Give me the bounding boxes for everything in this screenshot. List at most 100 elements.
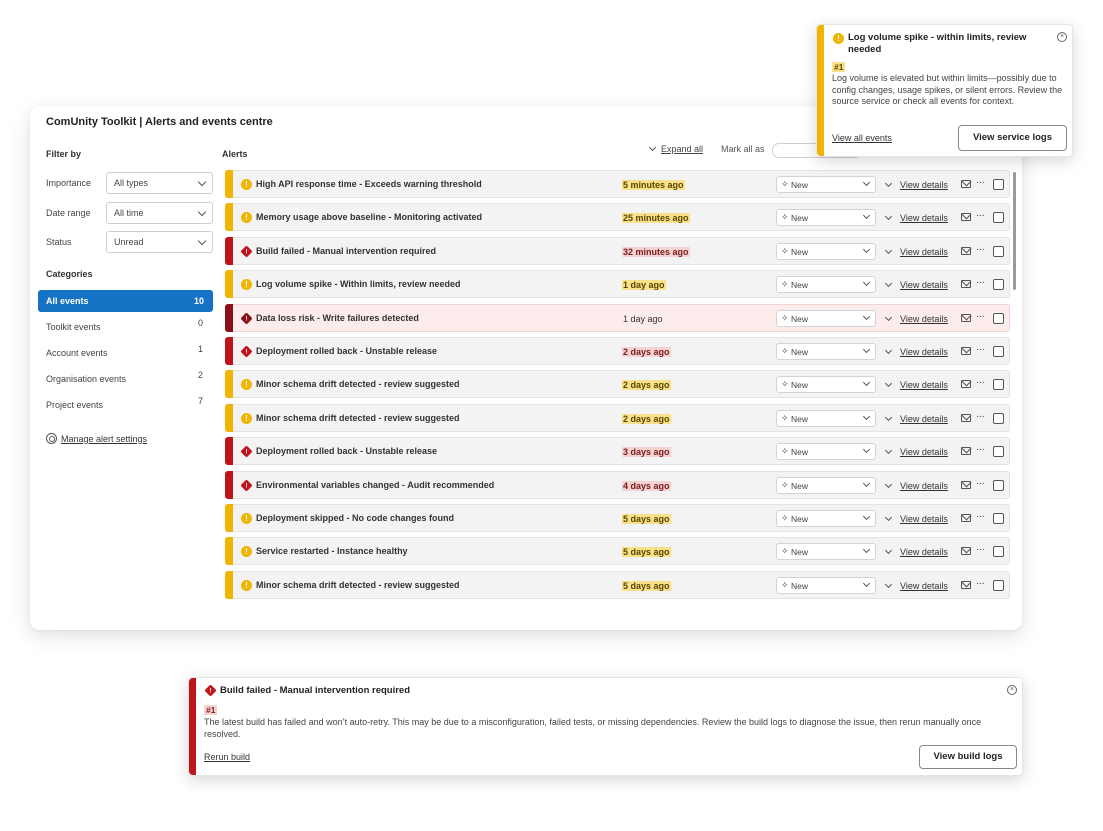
manage-alert-settings-link[interactable]: Manage alert settings xyxy=(46,433,147,444)
expand-chevron-icon[interactable] xyxy=(884,346,893,355)
mark-read-envelope-icon[interactable] xyxy=(961,280,971,289)
mark-read-envelope-icon[interactable] xyxy=(961,380,971,389)
view-details-link[interactable]: View details xyxy=(900,414,948,424)
category-account-events[interactable]: Account events 1 xyxy=(38,342,213,364)
view-details-link[interactable]: View details xyxy=(900,380,948,390)
expand-chevron-icon[interactable] xyxy=(884,246,893,254)
mark-read-envelope-icon[interactable] xyxy=(961,213,971,222)
alert-status-select[interactable]: ✧ New xyxy=(776,276,876,294)
alerts-scrollbar[interactable] xyxy=(1013,172,1016,290)
alert-row[interactable]: ! Memory usage above baseline - Monitorin… xyxy=(225,203,1010,232)
view-details-link[interactable]: View details xyxy=(900,180,948,190)
view-details-link[interactable]: View details xyxy=(900,213,948,223)
mark-read-envelope-icon[interactable] xyxy=(961,246,971,255)
more-options-icon[interactable]: ··· xyxy=(976,578,985,589)
view-details-link[interactable]: View details xyxy=(900,314,948,324)
expand-chevron-icon[interactable] xyxy=(884,513,893,522)
alert-checkbox[interactable] xyxy=(993,513,1004,524)
alert-status-select[interactable]: ✧ New xyxy=(776,409,876,427)
alert-row[interactable]: ! Service restarted - Instance healthy 5 d… xyxy=(225,537,1010,566)
expand-chevron-icon[interactable] xyxy=(884,447,893,455)
alert-status-select[interactable]: ✧ New xyxy=(776,443,876,461)
mark-read-envelope-icon[interactable] xyxy=(961,447,971,456)
alert-checkbox[interactable] xyxy=(993,546,1004,558)
alert-row[interactable]: ! Build failed - Manual intervention requ… xyxy=(225,236,1010,265)
view-details-link[interactable]: View details xyxy=(900,247,948,257)
alert-row[interactable]: ! Log volume spike - Within limits, revie… xyxy=(225,270,1010,299)
alert-row[interactable]: ! Environmental variables changed - Audit… xyxy=(225,470,1010,499)
more-options-icon[interactable]: ··· xyxy=(976,244,985,255)
category-all-events[interactable]: All events 10 xyxy=(38,290,213,312)
close-icon[interactable]: × xyxy=(1007,685,1017,695)
alert-checkbox[interactable] xyxy=(993,479,1004,491)
view-details-link[interactable]: View details xyxy=(900,547,948,557)
alert-checkbox[interactable] xyxy=(993,279,1004,291)
view-build-logs-button[interactable]: View build logs xyxy=(919,745,1017,769)
view-service-logs-button[interactable]: View service logs xyxy=(958,125,1067,151)
alert-row[interactable]: ! Deployment rolled back - Unstable relea… xyxy=(225,337,1010,365)
alert-status-select[interactable]: ✧ New xyxy=(776,543,876,561)
category-toolkit-events[interactable]: Toolkit events 0 xyxy=(38,316,213,338)
expand-chevron-icon[interactable] xyxy=(884,413,893,421)
category-project-events[interactable]: Project events 7 xyxy=(38,394,213,416)
alert-status-select[interactable]: ✧ New xyxy=(776,309,876,327)
alert-status-select[interactable]: ✧ New xyxy=(776,510,876,527)
alert-status-select[interactable]: ✧ New xyxy=(776,343,876,360)
alert-checkbox[interactable] xyxy=(993,245,1004,257)
mark-read-envelope-icon[interactable] xyxy=(961,514,971,522)
alert-checkbox[interactable] xyxy=(993,579,1004,591)
expand-all-button[interactable]: Expand all xyxy=(648,143,703,154)
more-options-icon[interactable]: ··· xyxy=(976,478,985,489)
alert-checkbox[interactable] xyxy=(993,412,1004,424)
close-icon[interactable]: × xyxy=(1057,32,1067,42)
alert-status-select[interactable]: ✧ New xyxy=(776,242,876,260)
alert-checkbox[interactable] xyxy=(993,312,1004,324)
view-details-link[interactable]: View details xyxy=(900,481,948,491)
alert-status-select[interactable]: ✧ New xyxy=(776,176,876,193)
more-options-icon[interactable]: ··· xyxy=(976,377,985,388)
expand-chevron-icon[interactable] xyxy=(884,313,893,321)
more-options-icon[interactable]: ··· xyxy=(976,511,985,522)
mark-read-envelope-icon[interactable] xyxy=(961,480,971,489)
mark-read-envelope-icon[interactable] xyxy=(961,313,971,322)
alert-row[interactable]: ! Deployment skipped - No code changes fo… xyxy=(225,504,1010,532)
alert-checkbox[interactable] xyxy=(993,212,1004,224)
mark-read-envelope-icon[interactable] xyxy=(961,180,971,188)
view-details-link[interactable]: View details xyxy=(900,447,948,457)
view-all-events-link[interactable]: View all events xyxy=(832,133,892,143)
alert-status-select[interactable]: ✧ New xyxy=(776,576,876,594)
alert-row[interactable]: ! Minor schema drift detected - review su… xyxy=(225,570,1010,599)
expand-chevron-icon[interactable] xyxy=(884,380,893,388)
expand-chevron-icon[interactable] xyxy=(884,547,893,555)
expand-chevron-icon[interactable] xyxy=(884,213,893,221)
mark-read-envelope-icon[interactable] xyxy=(961,347,971,355)
more-options-icon[interactable]: ··· xyxy=(976,444,985,455)
more-options-icon[interactable]: ··· xyxy=(976,344,985,355)
mark-read-envelope-icon[interactable] xyxy=(961,413,971,422)
expand-chevron-icon[interactable] xyxy=(884,179,893,188)
more-options-icon[interactable]: ··· xyxy=(976,544,985,555)
category-organisation-events[interactable]: Organisation events 2 xyxy=(38,368,213,390)
alert-row[interactable]: ! Minor schema drift detected - review su… xyxy=(225,403,1010,432)
more-options-icon[interactable]: ··· xyxy=(976,311,985,322)
view-details-link[interactable]: View details xyxy=(900,581,948,591)
alert-row[interactable]: ! Data loss risk - Write failures detecte… xyxy=(225,303,1010,332)
more-options-icon[interactable]: ··· xyxy=(976,177,985,188)
alert-status-select[interactable]: ✧ New xyxy=(776,476,876,494)
alert-checkbox[interactable] xyxy=(993,379,1004,391)
alert-checkbox[interactable] xyxy=(993,179,1004,190)
more-options-icon[interactable]: ··· xyxy=(976,210,985,221)
alert-row[interactable]: ! Minor schema drift detected - review su… xyxy=(225,370,1010,399)
expand-chevron-icon[interactable] xyxy=(884,580,893,588)
view-details-link[interactable]: View details xyxy=(900,347,948,357)
more-options-icon[interactable]: ··· xyxy=(976,277,985,288)
alert-checkbox[interactable] xyxy=(993,446,1004,458)
alert-checkbox[interactable] xyxy=(993,346,1004,357)
alert-status-select[interactable]: ✧ New xyxy=(776,209,876,227)
view-details-link[interactable]: View details xyxy=(900,514,948,524)
importance-select[interactable]: All types xyxy=(106,172,213,194)
expand-chevron-icon[interactable] xyxy=(884,280,893,288)
rerun-build-link[interactable]: Rerun build xyxy=(204,752,250,762)
alert-status-select[interactable]: ✧ New xyxy=(776,376,876,394)
status-select[interactable]: Unread xyxy=(106,231,213,253)
